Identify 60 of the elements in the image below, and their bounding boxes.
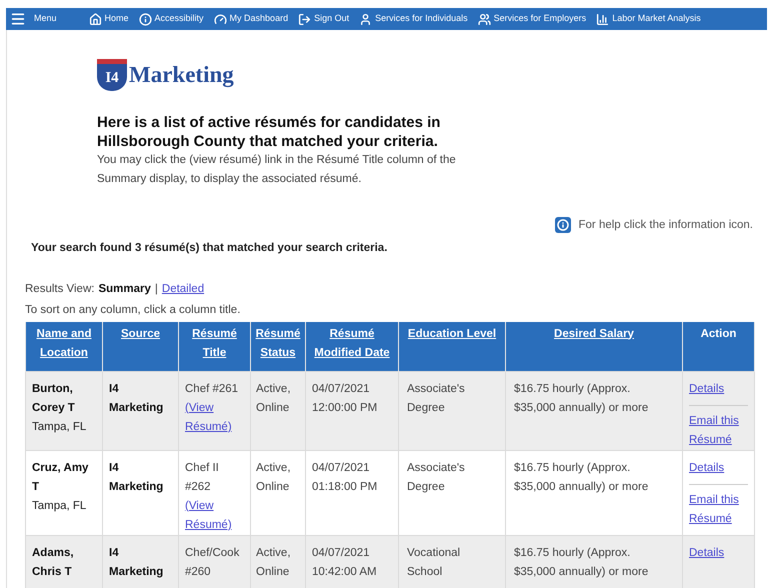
nav-link[interactable]: Sign Out	[298, 12, 350, 26]
gauge-icon	[214, 12, 227, 26]
group-icon	[478, 12, 491, 26]
view-resume-link[interactable]: (View Résumé)	[185, 398, 244, 436]
nav-link[interactable]: Services for Individuals	[359, 12, 468, 26]
resume-title: Chef #261	[185, 382, 240, 396]
sign-out-icon	[298, 12, 312, 26]
logo-text: Marketing	[129, 61, 234, 90]
nav-link[interactable]: Menu	[10, 11, 57, 27]
shield-logo: I4	[97, 59, 127, 92]
candidate-name: Adams, Chris T	[32, 546, 75, 580]
column-header[interactable]: Education Level	[398, 322, 506, 371]
action-link[interactable]: Email this Résumé	[689, 490, 748, 528]
resume-title: Chef/Cook #260	[185, 546, 240, 580]
table-cell: I4 Marketing	[102, 371, 178, 450]
table-cell: Active, Online	[250, 450, 306, 535]
column-header[interactable]: Source	[102, 322, 178, 371]
column-header[interactable]: Résumé Status	[250, 322, 306, 371]
view-resume-link[interactable]: (View Résumé)	[185, 496, 244, 534]
table-cell: Active, Online	[250, 371, 306, 450]
person-icon	[359, 12, 372, 26]
table-cell: Associate's Degree	[398, 371, 506, 450]
action-link[interactable]: Details	[689, 458, 748, 478]
column-header[interactable]: Desired Salary	[506, 322, 682, 371]
candidate-name: Cruz, Amy T	[32, 460, 90, 494]
separator: |	[154, 282, 158, 297]
search-result-summary: Your search found 3 résumé(s) that matched your search criteria.	[31, 240, 388, 256]
column-header[interactable]: Name and Location	[26, 322, 102, 371]
column-header[interactable]: Résumé Title	[178, 322, 250, 371]
nav-link[interactable]: My Dashboard	[214, 12, 288, 26]
menu-icon	[10, 11, 26, 27]
table-cell: I4 Marketing	[102, 450, 178, 535]
action-link[interactable]: Email this Résumé	[689, 412, 748, 450]
candidate-location: Tampa, FL	[32, 498, 88, 514]
nav-link[interactable]: Services for Employers	[478, 12, 586, 26]
nav-link[interactable]: Labor Market Analysis	[596, 12, 701, 26]
column-header[interactable]: Résumé Modified Date	[306, 322, 398, 371]
table-cell: $16.75 hourly (Approx. $35,000 annually) or more	[506, 450, 682, 535]
intro-text: You may click the (view résumé) link in the Résumé Title column of the Summary display, to display the associated résumé.	[97, 152, 457, 186]
sort-hint: To sort on any column, click a column title.	[25, 303, 242, 318]
table-cell: Associate's Degree	[398, 450, 506, 535]
nav-link[interactable]: Accessibility	[138, 12, 204, 26]
info-icon[interactable]	[554, 217, 570, 234]
bar-chart-icon	[596, 12, 610, 26]
info-icon	[138, 12, 152, 26]
action-link[interactable]: Details	[689, 380, 748, 398]
nav-link[interactable]: Home	[88, 12, 129, 26]
results-view-label: Results View:	[25, 282, 94, 297]
table-cell: $16.75 hourly (Approx. $35,000 annually) or more	[506, 371, 682, 450]
home-icon	[88, 12, 102, 26]
page-heading: Here is a list of active résumés for candidates in Hillsborough County that matched your criteria.	[97, 112, 442, 150]
view-option[interactable]: Summary	[98, 281, 151, 298]
candidate-name: Burton, Corey T	[32, 382, 76, 416]
candidate-location: Tampa, FL	[32, 420, 88, 434]
help-text: For help click the information icon.	[578, 218, 753, 232]
resume-title: Chef II #262	[185, 460, 220, 494]
column-header: Action	[682, 322, 754, 371]
table-cell: 04/07/2021 12:00:00 PM	[306, 371, 398, 450]
view-option[interactable]: Detailed	[162, 281, 204, 298]
table-cell: 04/07/2021 01:18:00 PM	[306, 450, 398, 535]
